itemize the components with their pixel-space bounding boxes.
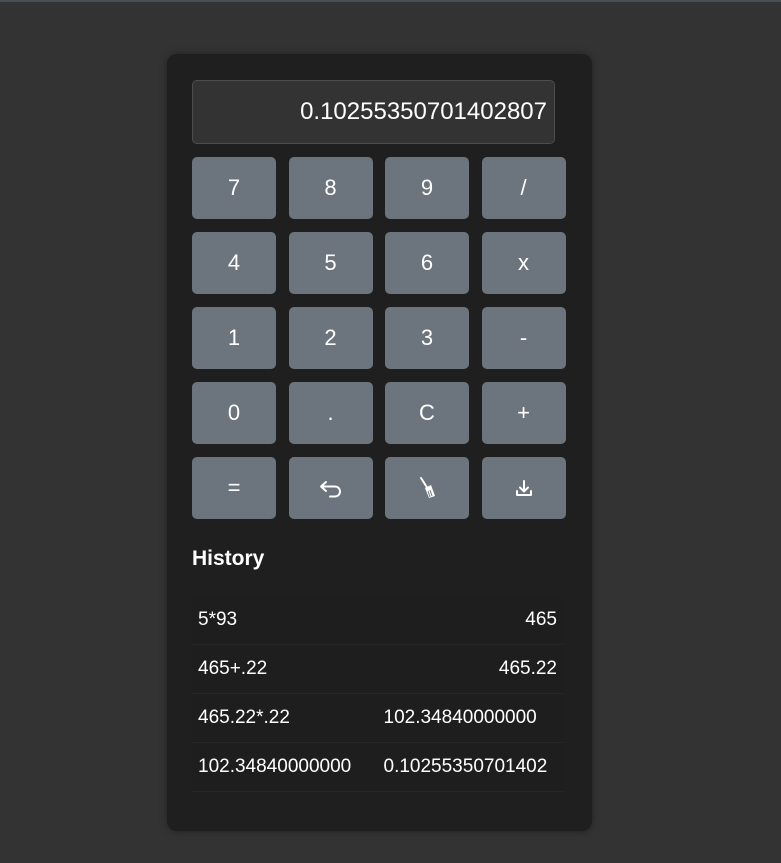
undo-button[interactable] <box>288 457 373 519</box>
calculator-display: 0.10255350701402807 <box>192 80 555 144</box>
key-4[interactable]: 4 <box>192 232 276 294</box>
history-row[interactable]: 102.34840000000 0.10255350701402 <box>192 742 563 792</box>
broom-icon <box>420 477 435 498</box>
key-3[interactable]: 3 <box>385 307 469 369</box>
history-expression: 465+.22 <box>192 644 378 694</box>
key-9[interactable]: 9 <box>385 157 469 219</box>
key-clear[interactable]: C <box>385 382 469 444</box>
history-table: 5*93 465 465+.22 465.22 465.22*.22 102.3… <box>192 596 563 792</box>
key-0[interactable]: 0 <box>192 382 276 444</box>
undo-icon <box>319 481 341 498</box>
key-1[interactable]: 1 <box>192 307 276 369</box>
key-subtract[interactable]: - <box>481 307 566 369</box>
download-icon <box>515 480 532 496</box>
key-multiply[interactable]: x <box>481 232 566 294</box>
calculator-panel: 0.10255350701402807 7 8 9 / 4 5 6 x 1 2 … <box>167 54 592 831</box>
history-result: 465.22 <box>377 644 563 694</box>
history-row[interactable]: 5*93 465 <box>192 596 563 645</box>
history-result: 0.10255350701402 <box>377 742 563 792</box>
keypad: 7 8 9 / 4 5 6 x 1 2 3 - 0 . C + = <box>192 157 567 519</box>
history-expression: 102.34840000000 <box>192 742 378 792</box>
key-7[interactable]: 7 <box>192 157 276 219</box>
history-expression: 465.22*.22 <box>192 693 378 743</box>
clear-history-button[interactable] <box>385 457 469 519</box>
history-row[interactable]: 465.22*.22 102.34840000000 <box>192 693 563 743</box>
key-5[interactable]: 5 <box>288 232 373 294</box>
history-row[interactable]: 465+.22 465.22 <box>192 644 563 694</box>
key-6[interactable]: 6 <box>385 232 469 294</box>
key-equals[interactable]: = <box>192 457 276 519</box>
key-2[interactable]: 2 <box>288 307 373 369</box>
key-8[interactable]: 8 <box>288 157 373 219</box>
key-decimal[interactable]: . <box>288 382 373 444</box>
history-result: 102.34840000000 <box>377 693 563 743</box>
history-title: History <box>192 547 265 570</box>
key-add[interactable]: + <box>481 382 566 444</box>
history-result: 465 <box>377 596 563 645</box>
history-expression: 5*93 <box>192 596 378 645</box>
download-button[interactable] <box>481 457 566 519</box>
key-divide[interactable]: / <box>481 157 566 219</box>
